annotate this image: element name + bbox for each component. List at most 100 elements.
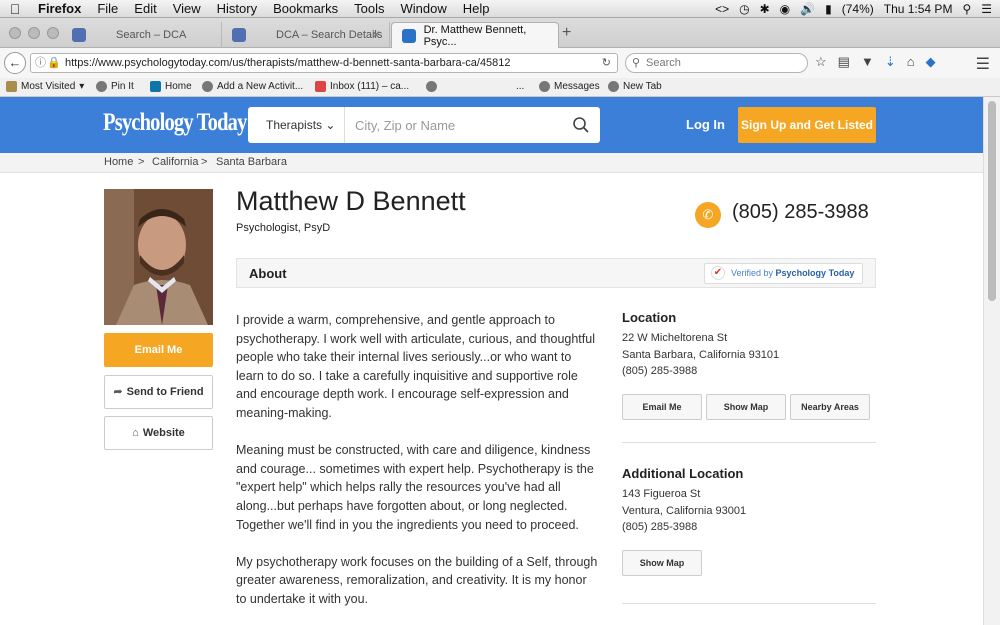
page-scrollbar[interactable] [983, 97, 1000, 625]
reading-list-icon[interactable]: ▤ [838, 54, 850, 70]
breadcrumb-separator: > [138, 156, 145, 168]
email-me-button[interactable]: Email Me [104, 333, 213, 367]
status-area: <> ◷ ✱ ◉ 🔊 ▮ (74%) Thu 1:54 PM ⚲ ☰ [715, 0, 992, 18]
apple-icon[interactable]:  [0, 1, 30, 17]
search-type-dropdown[interactable]: Therapists ⌄ [248, 107, 345, 143]
clock[interactable]: Thu 1:54 PM [884, 2, 953, 16]
tab-label: Dr. Matthew Bennett, Psyc... [423, 23, 527, 48]
breadcrumb-home[interactable]: Home [104, 156, 133, 168]
site-search: Therapists ⌄ [248, 107, 600, 143]
search-icon[interactable] [572, 116, 590, 134]
menu-icon[interactable]: ☰ [976, 54, 990, 74]
additional-location-phone[interactable]: (805) 285-3988 [622, 519, 876, 536]
bluetooth-icon[interactable]: ✱ [760, 2, 770, 16]
bio-paragraph: I provide a warm, comprehensive, and gen… [236, 313, 595, 420]
bookmark-more[interactable]: ... [516, 81, 524, 92]
menu-help[interactable]: Help [455, 1, 498, 16]
menu-app[interactable]: Firefox [30, 1, 89, 16]
location-block: Location 22 W Micheltorena St Santa Barb… [622, 310, 876, 380]
bookmark-label: Home [165, 81, 192, 92]
signup-button[interactable]: Sign Up and Get Listed [738, 107, 876, 143]
menu-window[interactable]: Window [393, 1, 455, 16]
pocket-icon[interactable]: ▼ [861, 54, 874, 70]
tab-search-dca[interactable]: Search – DCA [62, 22, 222, 48]
code-icon[interactable]: <> [715, 2, 729, 16]
bookmark-most-visited[interactable]: Most Visited ▾ [6, 81, 84, 92]
url-text: https://www.psychologytoday.com/us/thera… [65, 57, 511, 69]
minimize-window-icon[interactable] [28, 27, 40, 39]
tab-dca-details[interactable]: DCA – Search Details ✕ [222, 22, 390, 48]
globe-icon [539, 81, 550, 92]
about-label: About [249, 266, 287, 281]
globe-icon [202, 81, 213, 92]
share-icon: ➦ [113, 386, 123, 398]
page-title: Matthew D Bennett [236, 186, 466, 216]
toolbar-icons: ☆ ▤ ▼ ⇣ ⌂ ◆ [815, 54, 936, 70]
close-window-icon[interactable] [9, 27, 21, 39]
back-icon[interactable]: ← [4, 52, 26, 74]
browser-search-input[interactable]: ⚲ Search [625, 53, 808, 73]
phone-icon[interactable]: ✆ [695, 202, 721, 228]
time-machine-icon[interactable]: ◷ [739, 2, 749, 16]
lock-icon: 🔒 [47, 57, 61, 69]
breadcrumb-california[interactable]: California [152, 156, 198, 168]
phone-number[interactable]: (805) 285-3988 [732, 201, 869, 224]
battery-percent: (74%) [841, 2, 874, 16]
globe-icon [96, 81, 107, 92]
scrollbar-thumb[interactable] [988, 101, 996, 301]
site-logo[interactable]: Psychology Today [103, 109, 247, 137]
extension-icon[interactable]: ◆ [926, 54, 936, 70]
menu-history[interactable]: History [209, 1, 265, 16]
bookmark-inbox[interactable]: Inbox (111) – ca... [315, 81, 409, 92]
search-icon: ⚲ [632, 57, 641, 69]
bookmark-star-icon[interactable]: ☆ [815, 54, 827, 70]
zoom-window-icon[interactable] [47, 27, 59, 39]
location-show-map-button[interactable]: Show Map [706, 394, 786, 420]
location-email-button[interactable]: Email Me [622, 394, 702, 420]
breadcrumb-santa-barbara[interactable]: Santa Barbara [216, 156, 287, 168]
portrait-image [104, 189, 213, 325]
bookmark-label: Inbox (111) – ca... [330, 81, 410, 92]
bookmark-globe[interactable] [426, 81, 437, 92]
volume-icon[interactable]: 🔊 [800, 2, 815, 16]
bookmark-add-activity[interactable]: Add a New Activit... [202, 81, 303, 92]
send-to-friend-button[interactable]: ➦ Send to Friend [104, 375, 213, 409]
location-search-input[interactable] [346, 107, 566, 143]
login-link[interactable]: Log In [686, 117, 725, 132]
bookmark-home[interactable]: Home [150, 81, 192, 92]
new-tab-icon[interactable]: + [562, 24, 571, 42]
download-icon[interactable]: ⇣ [885, 54, 896, 70]
shield-icon [72, 28, 86, 42]
linkedin-icon [150, 81, 161, 92]
verified-badge[interactable]: ✔ Verified by Psychology Today [704, 263, 863, 284]
menu-bookmarks[interactable]: Bookmarks [265, 1, 346, 16]
spotlight-icon[interactable]: ⚲ [962, 2, 971, 16]
reload-icon[interactable]: ↻ [602, 54, 611, 72]
tab-bennett[interactable]: Dr. Matthew Bennett, Psyc... [391, 22, 559, 48]
additional-location-actions: Show Map [622, 550, 702, 576]
profile-photo [104, 189, 213, 325]
bio-paragraph: My psychotherapy work focuses on the bui… [236, 554, 598, 606]
info-icon[interactable]: ⓘ [35, 54, 46, 72]
battery-icon[interactable]: ▮ [825, 2, 832, 16]
url-bar[interactable]: ⓘ 🔒 https://www.psychologytoday.com/us/t… [30, 53, 618, 73]
bookmark-messages[interactable]: Messages [539, 81, 600, 92]
notification-icon[interactable]: ☰ [981, 2, 992, 16]
bookmark-pin-it[interactable]: Pin It [96, 81, 134, 92]
menu-tools[interactable]: Tools [346, 1, 392, 16]
menu-view[interactable]: View [165, 1, 209, 16]
menu-edit[interactable]: Edit [126, 1, 164, 16]
nearby-areas-button[interactable]: Nearby Areas [790, 394, 870, 420]
additional-show-map-button[interactable]: Show Map [622, 550, 702, 576]
close-icon[interactable]: ✕ [371, 28, 381, 42]
bookmark-new-tab[interactable]: New Tab [608, 81, 662, 92]
website-button[interactable]: ⌂ Website [104, 416, 213, 450]
bookmark-label: New Tab [623, 81, 662, 92]
bookmark-label: Most Visited [21, 81, 76, 92]
menu-file[interactable]: File [89, 1, 126, 16]
tab-label: DCA – Search Details [276, 29, 383, 41]
wifi-icon[interactable]: ◉ [780, 2, 790, 16]
home-icon[interactable]: ⌂ [907, 54, 915, 70]
folder-icon [6, 81, 17, 92]
location-phone[interactable]: (805) 285-3988 [622, 363, 876, 380]
